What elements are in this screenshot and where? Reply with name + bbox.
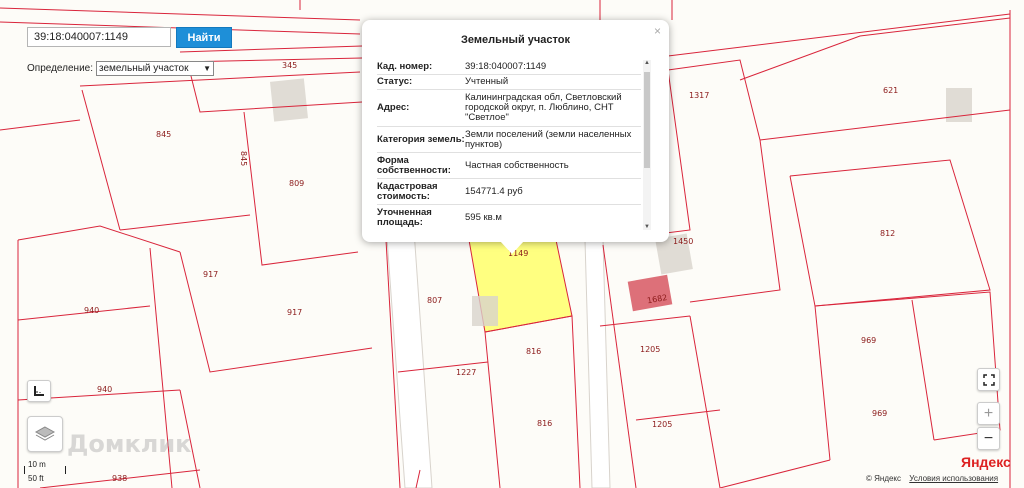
info-row-ownership: Форма собственности: Частная собственнос… xyxy=(377,153,641,179)
plot-label: 809 xyxy=(289,179,304,188)
scale-imperial: 50 ft xyxy=(28,474,44,483)
map-view[interactable]: 345 845 845 809 917 917 940 940 938 807 … xyxy=(0,0,1024,488)
terms-link[interactable]: Условия использования xyxy=(909,474,998,483)
info-key: Категория земель: xyxy=(377,133,465,145)
plot-label: 1205 xyxy=(640,345,660,354)
info-row-address: Адрес: Калининградская обл, Светловский … xyxy=(377,90,641,127)
plot-label: 940 xyxy=(97,385,112,394)
info-row-area: Уточненная площадь: 595 кв.м xyxy=(377,205,641,230)
definition-select[interactable]: земельный участок ▼ xyxy=(96,61,215,76)
plot-label: 1205 xyxy=(652,420,672,429)
plot-label: 1450 xyxy=(673,237,693,246)
search-input[interactable]: 39:18:040007:1149 xyxy=(27,27,171,47)
info-key: Адрес: xyxy=(377,102,410,113)
info-key: Форма собственности: xyxy=(377,154,451,176)
info-value: 595 кв.м xyxy=(465,211,502,223)
zoom-in-button[interactable]: + xyxy=(977,402,1000,425)
plot-label: 940 xyxy=(84,306,99,315)
copyright-text: © Яндекс xyxy=(866,474,902,483)
info-table: Кад. номер: 39:18:040007:1149 Статус: Уч… xyxy=(377,60,641,230)
layers-icon xyxy=(34,426,56,441)
chevron-down-icon: ▼ xyxy=(203,64,212,73)
definition-label: Определение: xyxy=(27,63,94,74)
info-value: 154771.4 руб xyxy=(465,185,523,197)
plot-label: 345 xyxy=(282,61,297,70)
info-key: Кад. номер: xyxy=(377,61,433,72)
info-value: Частная собственность xyxy=(465,159,569,171)
plot-label: 917 xyxy=(203,270,218,279)
search-input-value: 39:18:040007:1149 xyxy=(34,31,128,43)
scroll-thumb[interactable] xyxy=(644,72,650,168)
info-value: Калининградская обл, Светловский городск… xyxy=(465,92,622,123)
building xyxy=(270,78,308,122)
info-key: Уточненная площадь: xyxy=(377,206,432,228)
balloon-scrollbar[interactable]: ▲ ▼ xyxy=(643,60,651,230)
info-key: Статус: xyxy=(377,76,413,87)
info-value: Земли поселений (земли населенных пункто… xyxy=(465,128,632,150)
plot-label: 938 xyxy=(112,474,127,483)
ruler-button[interactable] xyxy=(27,380,51,402)
plot-label: 969 xyxy=(861,336,876,345)
info-row-cadastral-number: Кад. номер: 39:18:040007:1149 xyxy=(377,60,641,75)
info-balloon: × Земельный участок Кад. номер: 39:18:04… xyxy=(362,20,669,242)
fullscreen-icon xyxy=(982,373,995,386)
definition-row: Определение: земельный участок ▼ xyxy=(27,61,215,76)
plot-label: 845 xyxy=(156,130,171,139)
info-row-status: Статус: Учтенный xyxy=(377,75,641,90)
balloon-tail xyxy=(500,241,524,254)
layers-button[interactable] xyxy=(27,416,63,452)
info-row-cadastral-value: Кадастровая стоимость: 154771.4 руб xyxy=(377,179,641,205)
plot-label: 816 xyxy=(526,347,541,356)
plot-label: 1317 xyxy=(689,91,709,100)
plot-label: 807 xyxy=(427,296,442,305)
definition-select-value: земельный участок xyxy=(99,63,189,74)
fullscreen-button[interactable] xyxy=(977,368,1000,391)
plot-label: 917 xyxy=(287,308,302,317)
info-value: Учтенный xyxy=(465,76,509,87)
balloon-title: Земельный участок xyxy=(461,34,570,46)
plot-label: 621 xyxy=(883,86,898,95)
scale-line xyxy=(24,466,66,474)
plot-label: 812 xyxy=(880,229,895,238)
attribution: © Яндекс Условия использования xyxy=(866,474,998,483)
plot-label: 816 xyxy=(537,419,552,428)
search-button[interactable]: Найти xyxy=(176,27,232,48)
plot-label: 1227 xyxy=(456,368,476,377)
scroll-down-icon[interactable]: ▼ xyxy=(643,224,651,230)
watermark: Домклик xyxy=(67,430,192,458)
info-row-land-category: Категория земель: Земли поселений (земли… xyxy=(377,127,641,153)
ruler-icon xyxy=(34,386,44,396)
yandex-logo: Яндекс xyxy=(961,454,1011,470)
plot-label: 845 xyxy=(239,151,248,166)
info-value: 39:18:040007:1149 xyxy=(465,61,547,72)
building xyxy=(472,296,498,326)
zoom-out-button[interactable]: − xyxy=(977,427,1000,450)
plot-label: 969 xyxy=(872,409,887,418)
scroll-up-icon[interactable]: ▲ xyxy=(643,60,651,66)
info-key: Кадастровая стоимость: xyxy=(377,180,438,202)
